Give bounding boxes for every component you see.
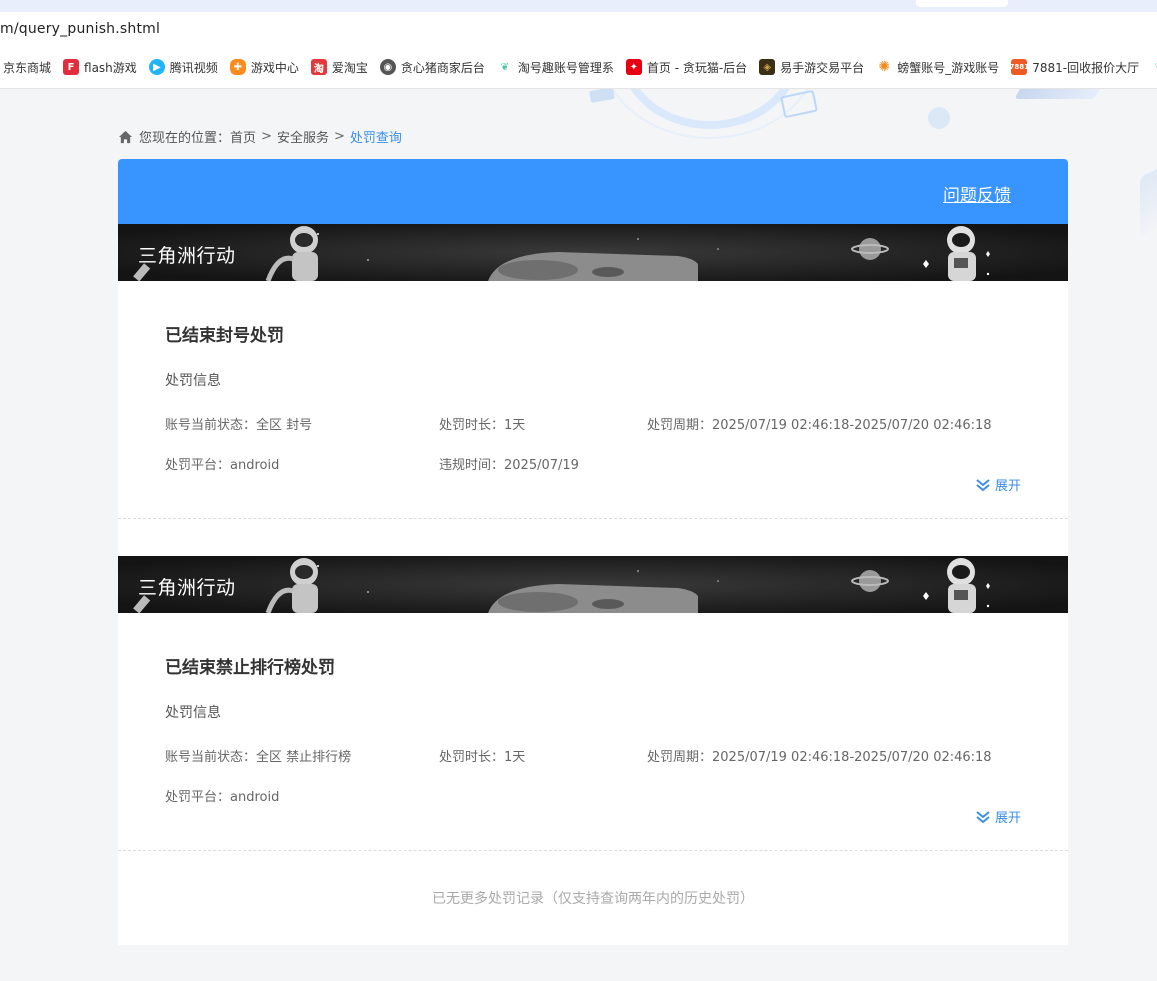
punish-platform: 处罚平台：android — [165, 458, 280, 473]
globe-icon: ◉ — [379, 59, 396, 75]
yishouyou-icon: ◈ — [759, 59, 776, 75]
record-body: 已结束封号处罚 处罚信息 账号当前状态：全区 封号 处罚时长：1天 处罚周期：2… — [118, 281, 1068, 519]
double-chevron-down-icon — [976, 810, 990, 823]
game-banner: 三角洲行动 — [118, 556, 1068, 613]
home-icon — [118, 130, 133, 143]
feedback-link[interactable]: 问题反馈 — [943, 181, 1011, 206]
bookmark-3[interactable]: ✚ 游戏中心 — [229, 59, 299, 76]
game-name: 三角洲行动 — [138, 577, 236, 599]
expand-button[interactable]: 展开 — [975, 807, 1021, 826]
bookmark-0[interactable]: 京东商城 — [3, 59, 51, 76]
record-subtitle: 处罚信息 — [165, 705, 221, 721]
record-row: 账号当前状态：全区 禁止排行榜 处罚时长：1天 处罚周期：2025/07/19 … — [165, 746, 1021, 765]
game-banner: 三角洲行动 — [118, 224, 1068, 281]
bookmark-8[interactable]: ◈ 易手游交易平台 — [759, 59, 864, 76]
expand-label: 展开 — [994, 811, 1021, 826]
punish-duration: 处罚时长：1天 — [439, 750, 526, 765]
panel-header: 问题反馈 — [118, 159, 1068, 224]
punish-platform: 处罚平台：android — [165, 790, 280, 805]
tanwanmao-icon: ✦ — [625, 59, 642, 75]
url-text[interactable]: m/query_punish.shtml — [0, 21, 160, 37]
bookmark-1[interactable]: Fflash游戏 — [63, 59, 137, 76]
space-banner-art — [118, 556, 1068, 613]
record-subtitle: 处罚信息 — [165, 373, 221, 389]
bookmark-5[interactable]: ◉ 贪心猪商家后台 — [379, 59, 485, 76]
game-card-decoration — [780, 89, 818, 119]
breadcrumb: 您现在的位置： 首页 > 安全服务 > 处罚查询 — [118, 127, 402, 146]
flash-game-icon: F — [63, 59, 80, 75]
breadcrumb-security[interactable]: 安全服务 — [277, 127, 329, 146]
record-row: 处罚平台：android 违规时间：2025/07/19 — [165, 454, 1021, 473]
breadcrumb-current: 处罚查询 — [349, 131, 402, 146]
crab-icon: ✺ — [878, 59, 891, 75]
bookmark-7[interactable]: ✦ 首页 - 贪玩猫-后台 — [625, 59, 747, 76]
7881-icon: 7881 — [1009, 59, 1029, 75]
punish-record: 三角洲行动 已结束封号处罚 处罚信息 账号当前状态：全区 封号 处罚时长：1天 … — [118, 224, 1068, 519]
record-row: 账号当前状态：全区 封号 处罚时长：1天 处罚周期：2025/07/19 02:… — [165, 414, 1021, 433]
tencent-video-icon: ▶ — [148, 59, 165, 75]
bookmark-4[interactable]: 淘爱淘宝 — [310, 59, 368, 76]
side-decoration — [1140, 163, 1157, 237]
account-status: 账号当前状态：全区 禁止排行榜 — [165, 750, 352, 765]
record-title: 已结束禁止排行榜处罚 — [165, 658, 335, 678]
punish-query-panel: 问题反馈 三角洲行动 已结束封号处罚 处罚信息 账号当前状态：全区 封号 处罚时… — [118, 159, 1068, 945]
punish-period: 处罚周期：2025/07/19 02:46:18-2025/07/20 02:4… — [647, 418, 992, 433]
no-more-records-note: 已无更多处罚记录（仅支持查询两年内的历史处罚） — [118, 851, 1068, 945]
game-name: 三角洲行动 — [138, 245, 236, 267]
punish-record: 三角洲行动 已结束禁止排行榜处罚 处罚信息 账号当前状态：全区 禁止排行榜 处罚… — [118, 556, 1068, 851]
expand-label: 展开 — [994, 479, 1021, 494]
expand-button[interactable]: 展开 — [975, 475, 1021, 494]
leaf-icon: ❦ — [500, 61, 510, 73]
record-row: 处罚平台：android — [165, 786, 1021, 805]
bookmarks-bar: 京东商城 Fflash游戏 ▶ 腾讯视频 ✚ 游戏中心 淘爱淘宝 ◉ 贪心猪商家后台 … — [0, 46, 1157, 89]
bookmark-6[interactable]: ❦ 淘号趣账号管理系 — [497, 59, 614, 76]
bookmark-2[interactable]: ▶ 腾讯视频 — [148, 59, 218, 76]
violation-time: 违规时间：2025/07/19 — [439, 458, 579, 473]
double-chevron-down-icon — [976, 478, 990, 491]
space-banner-art — [118, 224, 1068, 281]
browser-tab[interactable] — [916, 0, 1008, 7]
leaf-icon: ❦ — [1151, 59, 1157, 75]
bookmark-9[interactable]: ✺ 螃蟹账号_游戏账号 — [876, 59, 999, 76]
breadcrumb-home[interactable]: 首页 — [230, 127, 256, 146]
browser-tabstrip — [0, 0, 1157, 12]
punish-duration: 处罚时长：1天 — [439, 418, 526, 433]
bookmark-10[interactable]: 7881 7881-回收报价大厅 — [1009, 59, 1139, 76]
game-center-icon: ✚ — [229, 59, 246, 75]
record-title: 已结束封号处罚 — [165, 326, 284, 346]
address-bar[interactable]: m/query_punish.shtml — [0, 12, 1157, 46]
bookmark-overflow[interactable]: ❦ — [1151, 59, 1157, 75]
breadcrumb-prefix: 您现在的位置： — [139, 131, 231, 146]
record-body: 已结束禁止排行榜处罚 处罚信息 账号当前状态：全区 禁止排行榜 处罚时长：1天 … — [118, 613, 1068, 851]
punish-period: 处罚周期：2025/07/19 02:46:18-2025/07/20 02:4… — [647, 750, 992, 765]
taobao-icon: 淘 — [310, 59, 327, 75]
account-status: 账号当前状态：全区 封号 — [165, 418, 313, 433]
